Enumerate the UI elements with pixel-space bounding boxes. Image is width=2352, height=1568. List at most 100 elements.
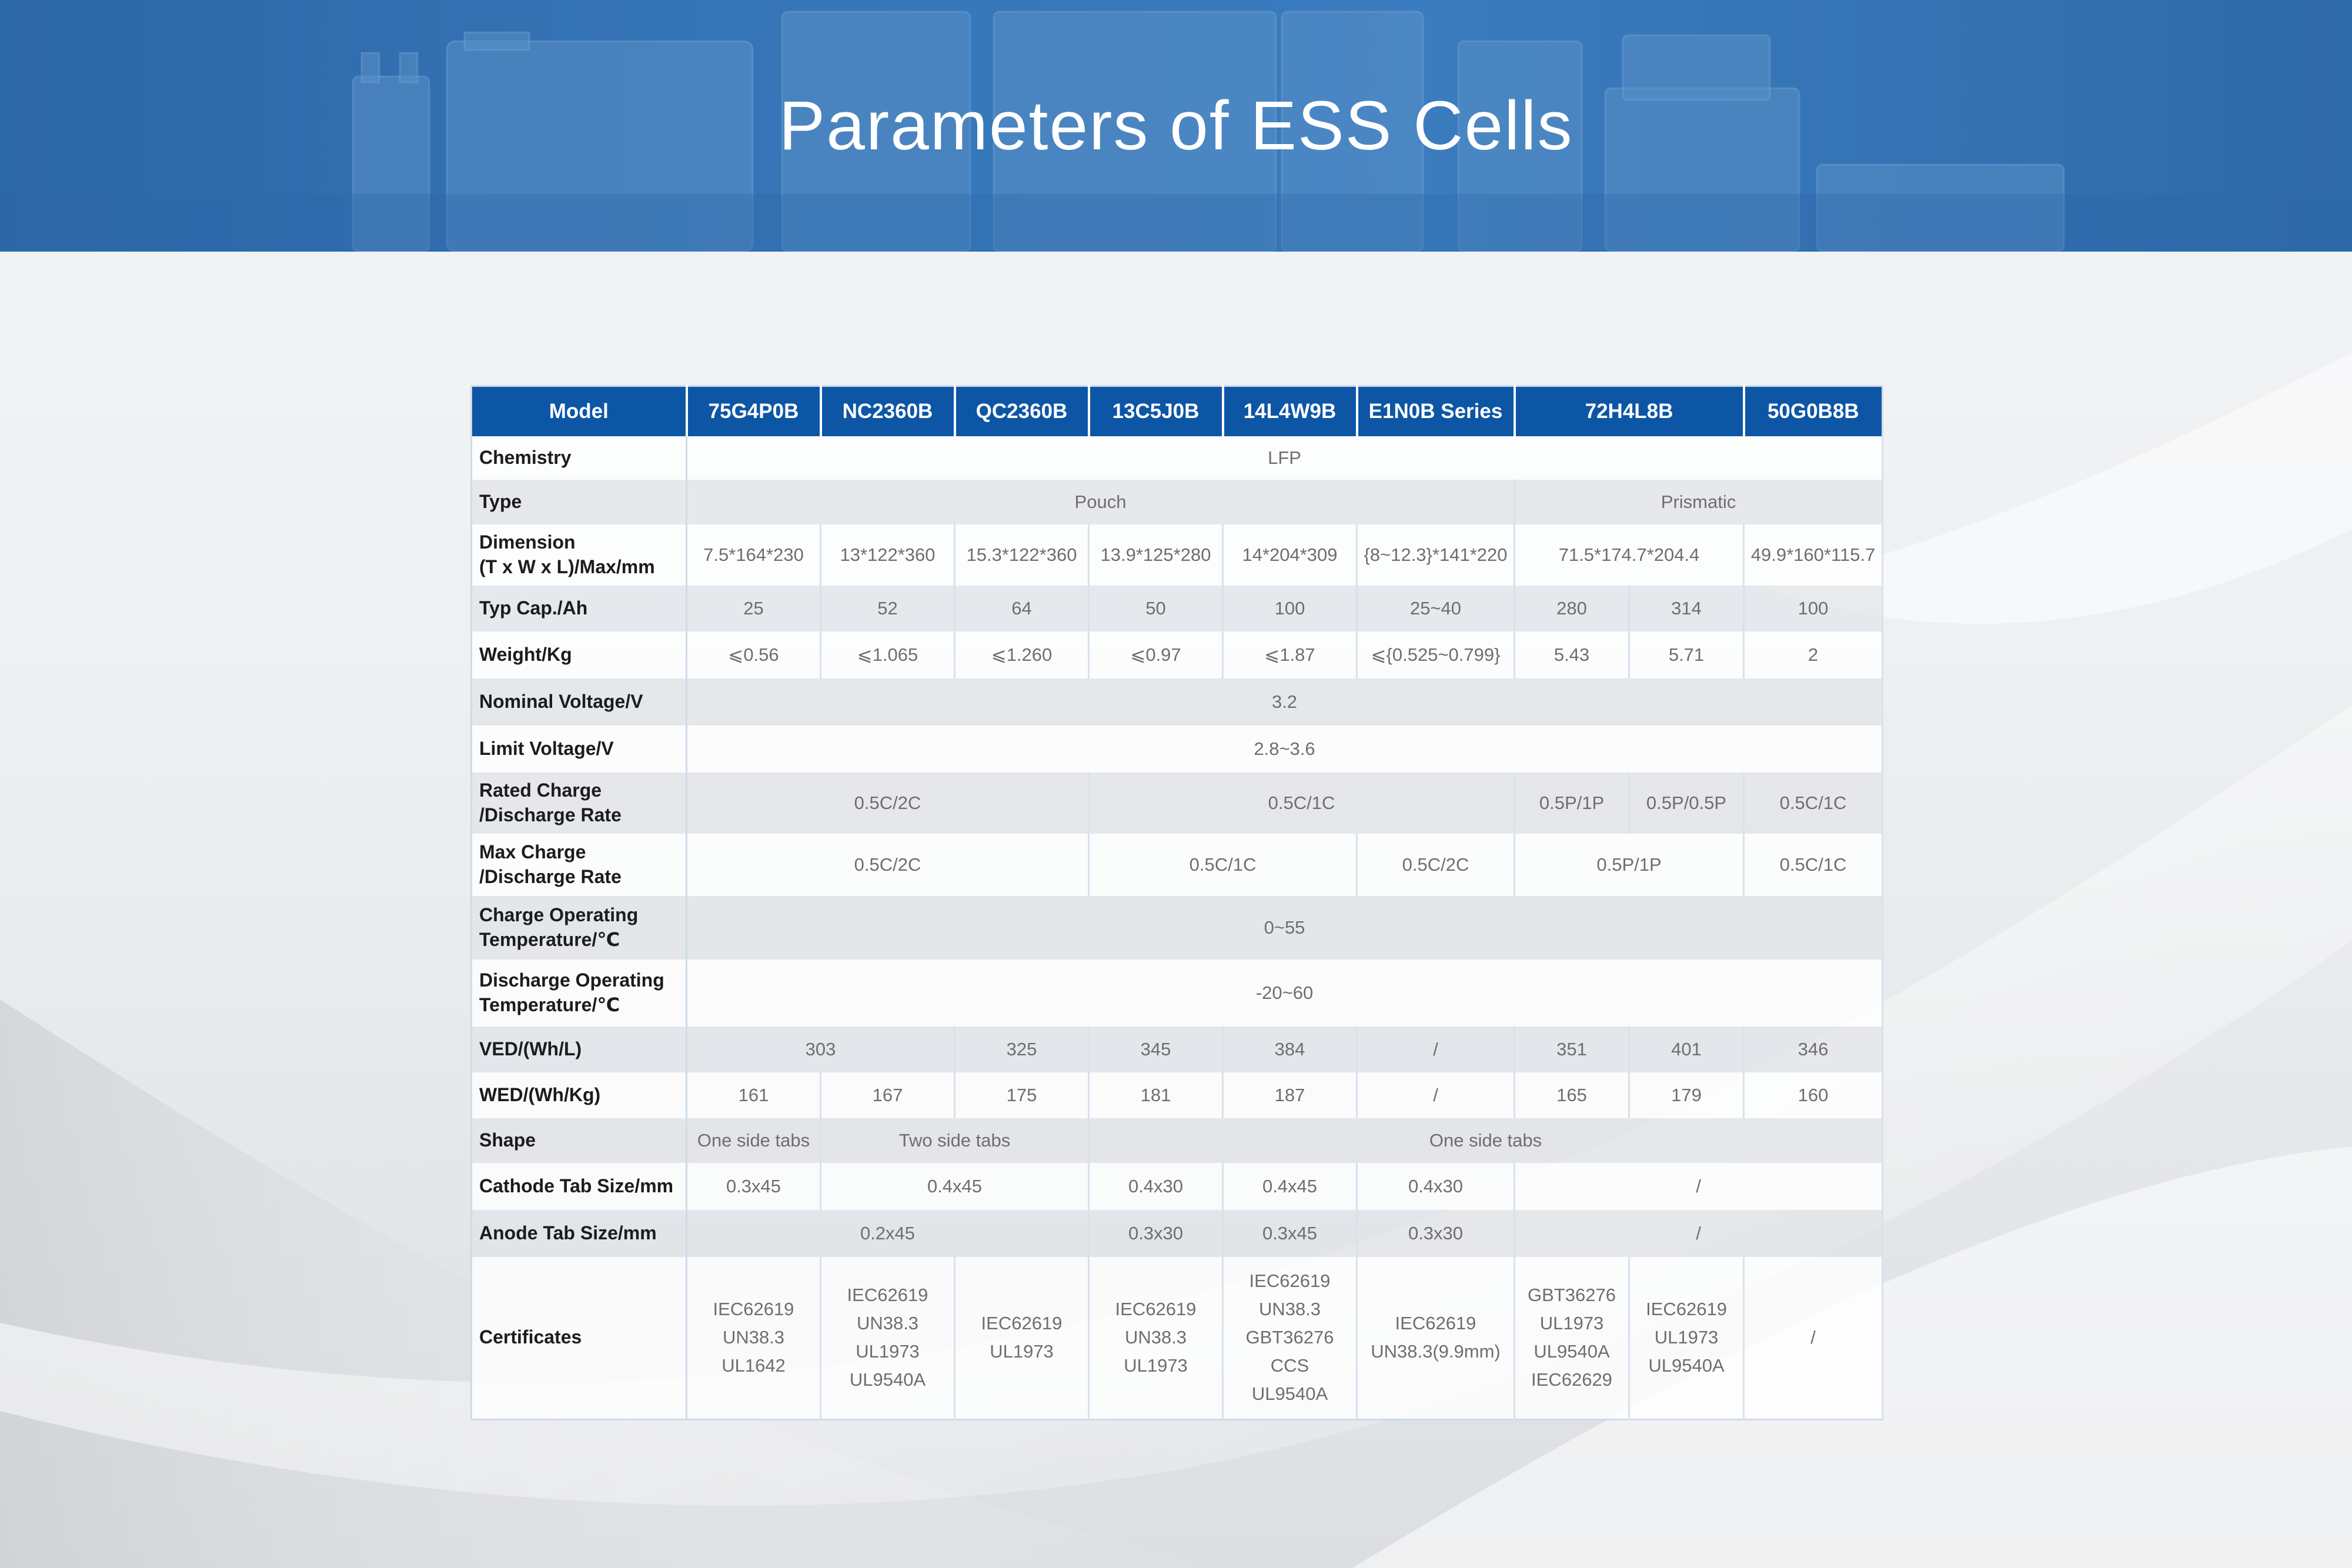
- cell-value: 325: [954, 1027, 1090, 1072]
- cell-value: 401: [1629, 1027, 1745, 1072]
- cell-value: 0.5C/1C: [1088, 834, 1358, 896]
- row-type: Type Pouch Prismatic: [471, 480, 1884, 524]
- cert-item: IEC62619: [847, 1285, 928, 1306]
- cert-item: IEC62619: [1646, 1299, 1727, 1320]
- cell-value: ⩽0.97: [1088, 631, 1224, 678]
- cell-value: {8~12.3}*141*220: [1357, 524, 1515, 586]
- row-certificates: Certificates IEC62619 UN38.3 UL1642 IEC6…: [471, 1257, 1884, 1419]
- cell-value: /: [1514, 1210, 1884, 1257]
- cert-item: CCS: [1270, 1355, 1309, 1376]
- row-dimension: Dimension (T x W x L)/Max/mm 7.5*164*230 …: [471, 524, 1884, 586]
- cell-value: 280: [1514, 586, 1630, 631]
- cert-item: IEC62629: [1531, 1369, 1612, 1390]
- row-weight: Weight/Kg ⩽0.56 ⩽1.065 ⩽1.260 ⩽0.97 ⩽1.8…: [471, 631, 1884, 678]
- row-discharge-temp: Discharge Operating Temperature/℃ -20~60: [471, 959, 1884, 1027]
- label-line: Dimension: [479, 531, 576, 553]
- row-label: VED/(Wh/L): [471, 1027, 687, 1072]
- cell-value: One side tabs: [686, 1118, 821, 1163]
- header-model-72H4L8B: 72H4L8B: [1514, 386, 1745, 436]
- cell-value: 0.2x45: [686, 1210, 1090, 1257]
- cell-value: 15.3*122*360: [954, 524, 1090, 586]
- cert-item: UN38.3: [1124, 1327, 1187, 1348]
- cell-value: 0.5C/1C: [1088, 773, 1515, 834]
- row-wed: WED/(Wh/Kg) 161 167 175 181 187 / 165 17…: [471, 1072, 1884, 1118]
- cell-value: 50: [1088, 586, 1224, 631]
- cell-value: 187: [1222, 1072, 1358, 1118]
- cell-value: 0.5C/2C: [1357, 834, 1515, 896]
- cell-value: 2.8~3.6: [686, 726, 1884, 773]
- row-label: Charge Operating Temperature/℃: [471, 896, 687, 959]
- header-model-QC2360B: QC2360B: [954, 386, 1090, 436]
- cell-value: 179: [1629, 1072, 1745, 1118]
- cert-item: UL1973: [990, 1341, 1054, 1362]
- cell-value: 0.5C/1C: [1743, 834, 1884, 896]
- cell-value: ⩽1.87: [1222, 631, 1358, 678]
- header-model-50G0B8B: 50G0B8B: [1743, 386, 1883, 436]
- row-rated-rate: Rated Charge/Discharge Rate 0.5C/2C 0.5C…: [471, 773, 1884, 834]
- cell-value: 71.5*174.7*204.4: [1514, 524, 1745, 586]
- header-model-E1N0B: E1N0B Series: [1357, 386, 1516, 436]
- cell-value: 5.71: [1629, 631, 1745, 678]
- label-line: /Discharge Rate: [479, 804, 622, 825]
- row-capacity: Typ Cap./Ah 25 52 64 50 100 25~40 280 31…: [471, 586, 1884, 631]
- cert-item: UL1973: [1539, 1313, 1604, 1334]
- cell-value: 314: [1629, 586, 1745, 631]
- cert-item: UN38.3: [722, 1327, 785, 1348]
- cell-value: 303: [686, 1027, 956, 1072]
- cell-value: 161: [686, 1072, 821, 1118]
- cert-item: UN38.3: [856, 1313, 919, 1334]
- cert-item: UL1973: [1654, 1327, 1719, 1348]
- cert-item: UL1642: [721, 1355, 786, 1376]
- page-title: Parameters of ESS Cells: [779, 87, 1573, 165]
- row-label: Discharge Operating Temperature/℃: [471, 959, 687, 1027]
- cell-value: One side tabs: [1088, 1118, 1884, 1163]
- cell-value: Pouch: [686, 480, 1515, 524]
- cell-value: /: [1514, 1163, 1884, 1210]
- label-line: Max Charge: [479, 841, 586, 863]
- row-cathode-tab: Cathode Tab Size/mm 0.3x45 0.4x45 0.4x30…: [471, 1163, 1884, 1210]
- cell-value: 64: [954, 586, 1090, 631]
- row-label: Limit Voltage/V: [471, 726, 687, 773]
- cell-value: Prismatic: [1514, 480, 1884, 524]
- cert-item: IEC62619: [1395, 1313, 1476, 1334]
- cell-certs: IEC62619 UN38.3 UL1642: [686, 1257, 821, 1419]
- row-label: Rated Charge/Discharge Rate: [471, 773, 687, 834]
- header-model-75G4P0B: 75G4P0B: [686, 386, 822, 436]
- cell-value: 0.4x30: [1088, 1163, 1224, 1210]
- row-anode-tab: Anode Tab Size/mm 0.2x45 0.3x30 0.3x45 0…: [471, 1210, 1884, 1257]
- cell-value: /: [1743, 1257, 1884, 1419]
- header-model-14L4W9B: 14L4W9B: [1222, 386, 1358, 436]
- cert-item: UL1973: [1124, 1355, 1188, 1376]
- cell-value: 52: [820, 586, 956, 631]
- cell-value: 7.5*164*230: [686, 524, 821, 586]
- cell-value: 14*204*309: [1222, 524, 1358, 586]
- cell-certs: GBT36276 UL1973 UL9540A IEC62629: [1514, 1257, 1630, 1419]
- cert-item: UL9540A: [849, 1369, 926, 1390]
- cell-value: 160: [1743, 1072, 1884, 1118]
- cell-certs: IEC62619 UN38.3 UL1973: [1088, 1257, 1224, 1419]
- cell-value: 0~55: [686, 896, 1884, 959]
- cell-value: 3.2: [686, 678, 1884, 726]
- cert-item: UL9540A: [1534, 1341, 1610, 1362]
- cell-value: 49.9*160*115.7: [1743, 524, 1884, 586]
- cert-item: UL9540A: [1648, 1355, 1725, 1376]
- row-label: WED/(Wh/Kg): [471, 1072, 687, 1118]
- cell-value: 13*122*360: [820, 524, 956, 586]
- row-ved: VED/(Wh/L) 303 325 345 384 / 351 401 346: [471, 1027, 1884, 1072]
- row-max-rate: Max Charge/Discharge Rate 0.5C/2C 0.5C/1…: [471, 834, 1884, 896]
- row-label: Chemistry: [471, 436, 687, 480]
- cell-value: 0.4x30: [1357, 1163, 1515, 1210]
- cell-value: Two side tabs: [820, 1118, 1090, 1163]
- cell-value: 0.3x45: [1222, 1210, 1358, 1257]
- cert-item: GBT36276: [1528, 1285, 1616, 1306]
- cell-value: 25~40: [1357, 586, 1515, 631]
- cell-certs: IEC62619 UN38.3 UL1973 UL9540A: [820, 1257, 956, 1419]
- cert-item: UN38.3: [1258, 1299, 1321, 1320]
- cell-certs: IEC62619 UL1973 UL9540A: [1629, 1257, 1745, 1419]
- label-line: Charge Operating: [479, 904, 639, 926]
- header-model: Model: [471, 386, 688, 436]
- label-line: Temperature/℃: [479, 929, 620, 950]
- cell-value: /: [1357, 1072, 1515, 1118]
- cell-value: -20~60: [686, 959, 1884, 1027]
- parameters-table: Model 75G4P0B NC2360B QC2360B 13C5J0B 14…: [470, 385, 1884, 1420]
